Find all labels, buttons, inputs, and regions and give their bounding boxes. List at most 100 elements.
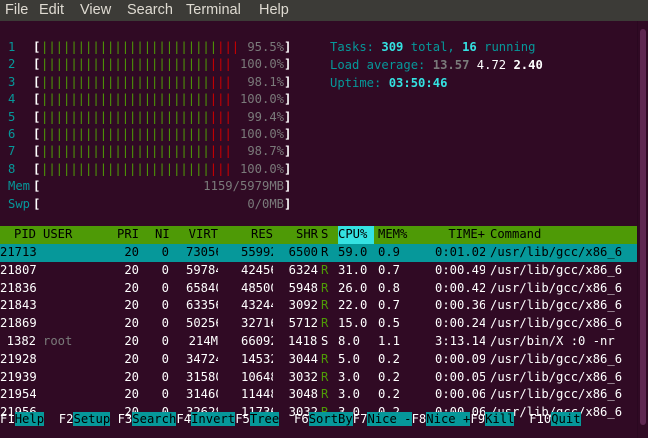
- cell-time: 0:00.05: [435, 369, 485, 384]
- cell-cmd: /usr/lib/gcc/x86_6: [490, 369, 623, 384]
- cell-cpu: 15.0: [338, 316, 368, 331]
- cell-time: 0:00.09: [435, 351, 485, 366]
- cell-ni: 0: [161, 334, 169, 348]
- cpu-meter: 2[|||||||||||||||||||||||||| 100.0%]: [0, 56, 300, 74]
- fkey-f7[interactable]: F7Nice -: [353, 411, 412, 429]
- column-header-mem[interactable]: MEM%: [378, 226, 414, 244]
- cell-cmd: /usr/lib/gcc/x86_6: [490, 316, 623, 331]
- fkey-f10[interactable]: F10Quit: [529, 411, 581, 429]
- cell-shr: 6500: [288, 245, 318, 259]
- column-header-cpu[interactable]: CPU%: [338, 226, 374, 244]
- fkey-label: Help: [14, 412, 45, 426]
- process-row[interactable]: 21807 20 0 59784 42456 6324R 31.0 0.7 0:00.49/us…: [0, 262, 637, 280]
- column-header-pid[interactable]: PID: [0, 226, 36, 244]
- menu-help[interactable]: Help: [259, 2, 289, 20]
- cell-time: 0:00.42: [435, 280, 485, 295]
- column-header-command[interactable]: Command: [490, 226, 630, 244]
- cell-pri: 20: [124, 245, 139, 259]
- cell-mem: 0.2: [378, 387, 401, 402]
- summary-panel: Tasks: 309 total, 16 running Load averag…: [330, 39, 543, 92]
- cell-ni: 0: [161, 316, 169, 331]
- cell-cmd: /usr/lib/gcc/x86_6: [490, 245, 623, 259]
- column-header-pri[interactable]: PRI: [115, 226, 139, 244]
- cpu-bar: |||||||||||||||||||||||: [41, 92, 210, 107]
- column-header-virt[interactable]: VIRT: [186, 226, 218, 244]
- uptime-label: Uptime:: [330, 75, 389, 90]
- cell-mem: 0.5: [378, 316, 401, 331]
- column-header-shr[interactable]: SHR: [288, 226, 318, 244]
- cell-res: 42456: [241, 262, 273, 277]
- process-row[interactable]: 21954 20 0 31460 11448 3048R 3.0 0.2 0:00.06/usr…: [0, 386, 637, 404]
- cpu-value: 99.4%: [247, 109, 284, 124]
- cpu-bar: |||||||||||||||||||||||: [41, 109, 210, 124]
- menu-edit[interactable]: Edit: [39, 2, 64, 20]
- fkey-f5[interactable]: F5Tree: [235, 411, 280, 429]
- fkey-label: Quit: [551, 412, 581, 426]
- cell-cmd: /usr/lib/gcc/x86_6: [490, 298, 623, 313]
- cell-virt: 31580: [186, 369, 218, 384]
- swp-value: 0/0MB: [247, 197, 284, 211]
- cpu-meter: 1[||||||||||||||||||||||||||| 95.5%]: [0, 39, 300, 57]
- cell-cmd: /usr/lib/gcc/x86_6: [490, 280, 623, 295]
- cell-shr: 3044: [288, 351, 318, 366]
- fkey-key: F8: [411, 412, 427, 426]
- process-row[interactable]: 21843 20 0 63356 43244 3092R 22.0 0.7 0:00.36/us…: [0, 297, 637, 315]
- cell-shr: 6324: [288, 262, 318, 277]
- column-header-s[interactable]: S: [321, 226, 331, 244]
- menu-view[interactable]: View: [80, 2, 111, 20]
- fkey-label: Kill: [485, 412, 515, 426]
- cell-res: 55992: [241, 245, 273, 259]
- process-row[interactable]: 21836 20 0 65840 48500 5948R 26.0 0.8 0:00.42/us…: [0, 280, 637, 298]
- cell-cpu: 26.0: [338, 280, 368, 295]
- column-header-res[interactable]: RES: [241, 226, 273, 244]
- fkey-f4[interactable]: F4Invert: [176, 411, 236, 429]
- fkey-f6[interactable]: F6SortBy: [294, 411, 353, 429]
- function-key-bar: F1Help F2Setup F3Search F4Invert F5Tree F6…: [0, 411, 637, 429]
- fkey-key: F5: [235, 412, 250, 426]
- cell-ni: 0: [161, 351, 169, 366]
- column-header-user[interactable]: USER: [43, 226, 103, 244]
- cpu-meter: 7[|||||||||||||||||||||||||| 98.7%]: [0, 143, 300, 161]
- cell-ni: 0: [161, 262, 169, 277]
- cpu-meter: 3[|||||||||||||||||||||||||| 98.1%]: [0, 74, 300, 92]
- fkey-f3[interactable]: F3Search: [118, 411, 177, 429]
- cell-pid: 21954: [0, 387, 36, 402]
- cell-mem: 0.9: [378, 245, 401, 259]
- process-row[interactable]: 21713 20 0 73056 55992 6500R 59.0 0.9 0:01.02/us…: [0, 244, 637, 262]
- cell-res: 66092: [241, 334, 273, 348]
- terminal-view[interactable]: 1[||||||||||||||||||||||||||| 95.5%] 2[|||…: [0, 21, 637, 438]
- cpu-value: 100.0%: [239, 92, 284, 107]
- cell-res: 32716: [241, 316, 273, 331]
- tasks-total: 309: [381, 40, 404, 54]
- fkey-f2[interactable]: F2Setup: [59, 411, 111, 429]
- fkey-f1[interactable]: F1Help: [0, 411, 45, 429]
- cpu-bar: |||||||||||||||||||||||: [41, 127, 210, 141]
- column-header-time[interactable]: TIME+: [435, 226, 485, 244]
- cell-ni: 0: [161, 280, 169, 295]
- cpu-value: 98.1%: [247, 74, 284, 89]
- process-row[interactable]: 1382 root 20 0 214M 66092 14188S 8.0 1.1 3:13.14 /…: [0, 333, 637, 351]
- cell-time: 0:00.36: [435, 298, 485, 313]
- cell-s: R: [321, 369, 329, 384]
- mem-meter: Mem [ ||||||||||||||||||||| 1159/5979MB …: [0, 178, 300, 196]
- cell-res: 14532: [241, 351, 273, 366]
- menu-file[interactable]: File: [5, 2, 28, 20]
- menu-terminal[interactable]: Terminal: [186, 2, 241, 20]
- fkey-f9[interactable]: F9Kill: [470, 411, 515, 429]
- load-1: 13.57: [432, 57, 470, 72]
- cell-s: R: [321, 298, 329, 313]
- menu-search[interactable]: Search: [127, 2, 173, 20]
- fkey-f8[interactable]: F8Nice +: [412, 411, 471, 429]
- scrollbar-thumb[interactable]: [640, 29, 646, 425]
- fkey-key: F10: [529, 412, 552, 426]
- process-row[interactable]: 21939 20 0 31580 10648 3032R 3.0 0.2 0:00.05/usr…: [0, 369, 637, 387]
- column-header-ni[interactable]: NI: [155, 226, 170, 244]
- scrollbar[interactable]: [637, 21, 648, 438]
- cell-pri: 20: [124, 334, 139, 348]
- tasks-total-suffix: total,: [403, 40, 463, 54]
- cpu-meter: 8[|||||||||||||||||||||||||| 100.0%]: [0, 161, 300, 179]
- cpu-bar: |||||||||||||||||||||||: [41, 57, 210, 72]
- process-row[interactable]: 21928 20 0 34724 14532 3044R 5.0 0.2 0:00.09/usr…: [0, 351, 637, 369]
- process-row[interactable]: 21869 20 0 50256 32716 5712R 15.0 0.5 0:00.24/us…: [0, 315, 637, 333]
- process-table-header[interactable]: PID USER PRI NI VIRT RES SHR S CPU% MEM% TIME+ Comm…: [0, 226, 637, 244]
